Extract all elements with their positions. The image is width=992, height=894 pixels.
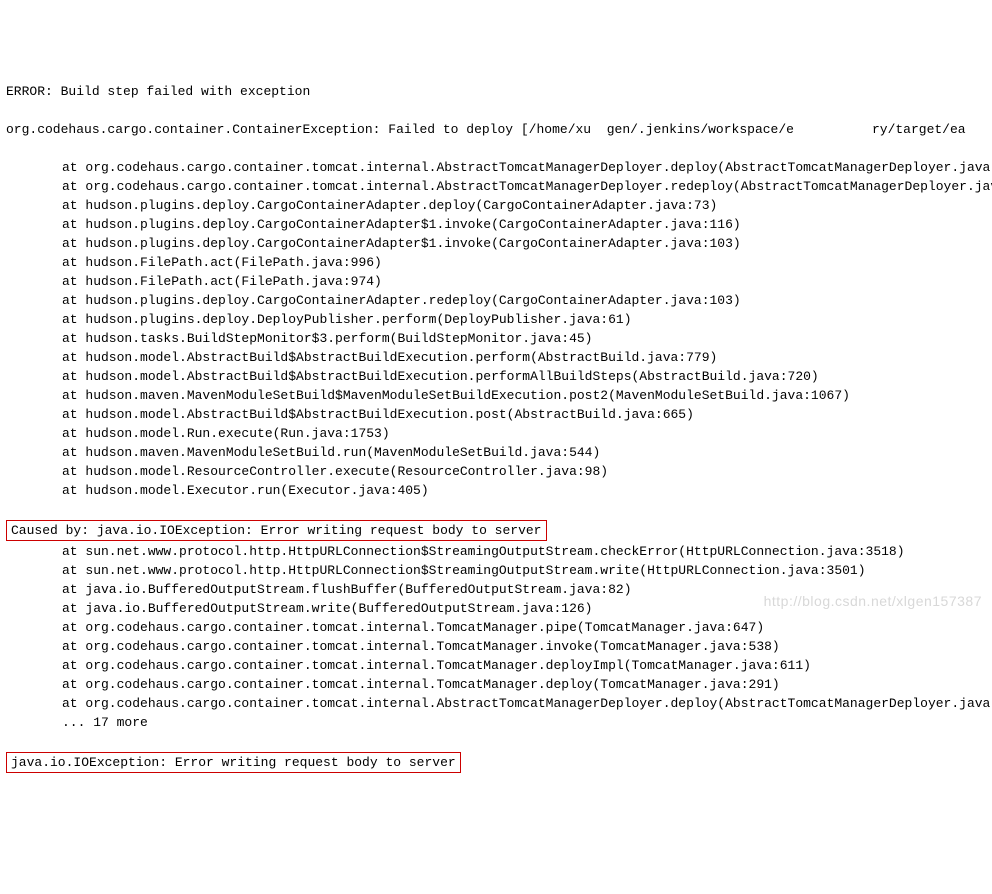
stack-frame: at hudson.model.ResourceController.execu… xyxy=(62,462,986,481)
stack-frame: at hudson.model.AbstractBuild$AbstractBu… xyxy=(62,367,986,386)
stack-frame: at sun.net.www.protocol.http.HttpURLConn… xyxy=(62,561,986,580)
stack-frame: at org.codehaus.cargo.container.tomcat.i… xyxy=(62,675,986,694)
stack-trace-2: at sun.net.www.protocol.http.HttpURLConn… xyxy=(6,542,986,732)
stack-frame: at hudson.model.AbstractBuild$AbstractBu… xyxy=(62,405,986,424)
error-header: ERROR: Build step failed with exception xyxy=(6,82,986,101)
stack-frame: at org.codehaus.cargo.container.tomcat.i… xyxy=(62,618,986,637)
container-exception: org.codehaus.cargo.container.ContainerEx… xyxy=(6,120,986,139)
exception-mid2: ry/target/ea xyxy=(872,122,966,137)
final-exception-highlight: java.io.IOException: Error writing reque… xyxy=(6,752,461,773)
exception-prefix: org.codehaus.cargo.container.ContainerEx… xyxy=(6,122,591,137)
stack-frame: at hudson.maven.MavenModuleSetBuild$Mave… xyxy=(62,386,986,405)
stack-frame: at hudson.FilePath.act(FilePath.java:974… xyxy=(62,272,986,291)
stack-frame: at hudson.model.Executor.run(Executor.ja… xyxy=(62,481,986,500)
stack-frame: at org.codehaus.cargo.container.tomcat.i… xyxy=(62,656,986,675)
stack-frame: at org.codehaus.cargo.container.tomcat.i… xyxy=(62,694,986,713)
stack-frame: at hudson.FilePath.act(FilePath.java:996… xyxy=(62,253,986,272)
watermark: http://blog.csdn.net/xlgen157387 xyxy=(764,592,982,611)
stack-frame: at hudson.plugins.deploy.CargoContainerA… xyxy=(62,291,986,310)
stack-frame: at hudson.maven.MavenModuleSetBuild.run(… xyxy=(62,443,986,462)
stack-frame: ... 17 more xyxy=(62,713,986,732)
stack-trace-1: at org.codehaus.cargo.container.tomcat.i… xyxy=(6,158,986,500)
stack-frame: at hudson.model.AbstractBuild$AbstractBu… xyxy=(62,348,986,367)
stack-frame: at hudson.plugins.deploy.DeployPublisher… xyxy=(62,310,986,329)
stack-frame: at hudson.plugins.deploy.CargoContainerA… xyxy=(62,215,986,234)
redacted-text: xxxxxxxxxx xyxy=(794,120,872,139)
stack-frame: at org.codehaus.cargo.container.tomcat.i… xyxy=(62,177,986,196)
redacted-text: xx xyxy=(591,120,607,139)
stack-frame: at org.codehaus.cargo.container.tomcat.i… xyxy=(62,158,986,177)
stack-frame: at hudson.tasks.BuildStepMonitor$3.perfo… xyxy=(62,329,986,348)
stack-frame: at org.codehaus.cargo.container.tomcat.i… xyxy=(62,637,986,656)
stack-frame: at sun.net.www.protocol.http.HttpURLConn… xyxy=(62,542,986,561)
stack-frame: at hudson.plugins.deploy.CargoContainerA… xyxy=(62,234,986,253)
stack-frame: at hudson.model.Run.execute(Run.java:175… xyxy=(62,424,986,443)
exception-mid1: gen/.jenkins/workspace/e xyxy=(607,122,794,137)
redacted-text: xxxxxxxxx xyxy=(966,120,992,139)
stack-frame: at hudson.plugins.deploy.CargoContainerA… xyxy=(62,196,986,215)
caused-by-highlight: Caused by: java.io.IOException: Error wr… xyxy=(6,520,547,541)
